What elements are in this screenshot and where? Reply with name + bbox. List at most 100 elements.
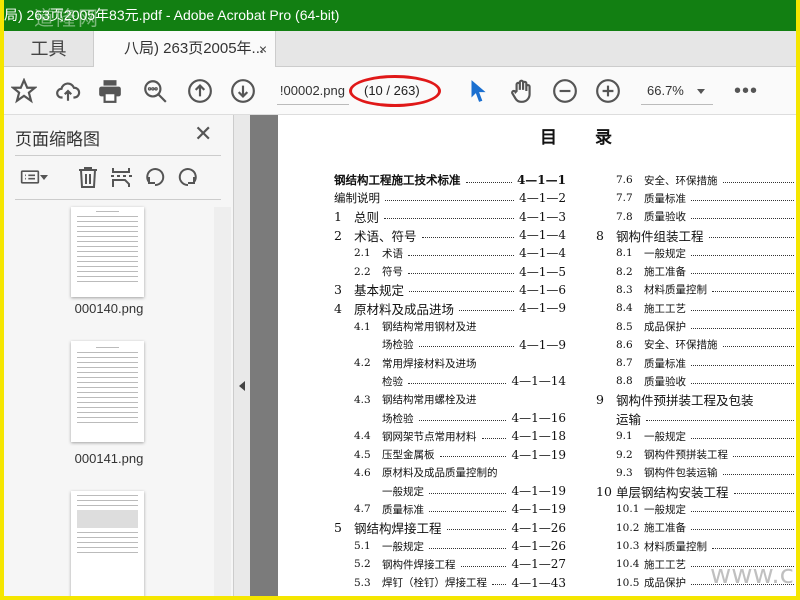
toc-entry[interactable]: 场检验 4—1—16 [334,409,566,427]
toc-entry[interactable]: 8.2施工准备4—1 [596,262,796,280]
site-watermark: www.cndao.com [710,560,796,590]
toc-entry[interactable]: 场检验 4—1—9 [334,336,566,354]
dot-leader [733,492,794,494]
toc-entry[interactable]: 10.1一般规定4—1 [596,500,796,518]
toc-entry-title: 基本规定 [354,283,405,299]
dot-leader [459,309,515,311]
select-cursor-icon[interactable] [464,77,492,105]
delete-page-icon[interactable] [74,163,102,191]
tab-tools[interactable]: 工具 [4,31,93,67]
rotate-counterclockwise-icon[interactable] [141,163,169,191]
toc-entry[interactable]: 8.1一般规定4—1 [596,244,796,262]
page-thumbnail[interactable] [71,491,144,596]
toc-entry[interactable]: 8.4施工工艺4—1 [596,299,796,317]
toc-entry-title: 钢网架节点常用材料 [382,430,477,443]
toc-entry[interactable]: 5.2 钢构件焊接工程 4—1—27 [334,555,566,573]
dot-leader [691,364,794,366]
toc-entry[interactable]: 8.6安全、环保措施4—1 [596,336,796,354]
toc-entry[interactable]: 10.3材料质量控制4—1 [596,537,796,555]
zoom-level-select[interactable]: 66.7% [641,77,713,105]
hand-tool-icon[interactable] [508,77,536,105]
toc-entry-title: 施工工艺 [644,302,686,315]
cloud-upload-icon[interactable] [54,77,82,105]
toc-entry[interactable]: 5 钢结构焊接工程 4—1—26 [334,519,566,537]
page-number-input[interactable]: !00002.png [277,77,349,105]
toc-entry-title: 焊钉（栓钉）焊接工程 [382,577,487,590]
toc-entry[interactable]: 4.7 质量标准 4—1—19 [334,500,566,518]
bookmark-star-icon[interactable] [10,77,38,105]
toc-entry[interactable]: 4.3 钢结构常用螺栓及进 [334,391,566,409]
toc-entry[interactable]: 运输4—1 [596,409,796,427]
zoom-in-icon[interactable] [594,77,622,105]
toc-entry[interactable]: 8.7质量标准4—1 [596,354,796,372]
page-thumbnail[interactable] [71,341,144,442]
toc-entry-page: 4—1—14 [511,374,566,389]
toc-entry[interactable]: 7.7质量标准4—1 [596,189,796,207]
toc-entry-title: 质量标准 [644,192,686,205]
previous-page-icon[interactable] [186,77,214,105]
tab-document[interactable]: 八局) 263页2005年... × [93,31,276,68]
page-thumbnail[interactable] [71,207,144,297]
collapse-arrow-icon[interactable] [239,381,245,391]
toc-entry-number: 7.8 [616,210,633,223]
dot-leader [465,181,512,183]
toc-entry-title: 钢构件组装工程 [616,228,704,244]
toc-entry-number: 8.2 [616,265,633,278]
toc-entry[interactable]: 9.2钢构件预拼装工程4—1 [596,445,796,463]
toc-entry[interactable]: 钢结构工程施工技术标准 4—1—1 [334,171,566,189]
toc-entry[interactable]: 检验 4—1—14 [334,372,566,390]
toc-entry[interactable]: 2 术语、符号 4—1—4 [334,226,566,244]
toc-entry[interactable]: 4.5 压型金属板 4—1—19 [334,445,566,463]
toc-entry[interactable]: 8.3材料质量控制4—1 [596,281,796,299]
toc-entry[interactable]: 3 基本规定 4—1—6 [334,281,566,299]
toc-entry[interactable]: 4.2 常用焊接材料及进场 [334,354,566,372]
toc-entry[interactable]: 4.6 原材料及成品质量控制的 [334,464,566,482]
toc-entry-page: 4—1—2 [519,191,566,206]
toc-entry[interactable]: 9 钢构件预拼装工程及包装 [596,391,796,409]
zoom-out-icon[interactable] [551,77,579,105]
toc-entry-page: 4—1—16 [511,411,566,425]
toc-entry-title: 一般规定 [382,485,424,498]
close-tab-icon[interactable]: × [259,31,267,67]
toc-entry[interactable]: 5.3 焊钉（栓钉）焊接工程 4—1—43 [334,574,566,592]
dot-leader [712,547,794,549]
more-options-icon[interactable]: ••• [732,77,760,105]
toc-entry-title: 一般规定 [644,430,686,443]
extract-page-icon[interactable] [107,163,135,191]
panel-splitter[interactable] [233,115,250,596]
toc-entry[interactable]: 10.2施工准备4—1 [596,519,796,537]
thumbnail-options-icon[interactable] [16,163,52,191]
toc-entry[interactable]: 8.8质量验收4—1 [596,372,796,390]
toc-entry-number: 1 [334,209,342,225]
toc-entry[interactable]: 9.1一般规定4—1 [596,427,796,445]
toc-entry-number: 2.2 [354,265,371,278]
rotate-clockwise-icon[interactable] [174,163,202,191]
toc-entry[interactable]: 8钢构件组装工程4—1 [596,226,796,244]
dot-leader [384,218,515,220]
toc-entry[interactable]: 9.3钢构件包装运输4—1 [596,464,796,482]
toc-entry[interactable]: 10单层钢结构安装工程4—1 [596,482,796,500]
toc-entry[interactable]: 4 原材料及成品进场 4—1—9 [334,299,566,317]
toc-entry[interactable]: 一般规定 4—1—19 [334,482,566,500]
toc-entry[interactable]: 2.1 术语 4—1—4 [334,244,566,262]
toc-entry[interactable]: 4.1 钢结构常用钢材及进 [334,317,566,335]
toc-entry[interactable]: 2.2 符号 4—1—5 [334,262,566,280]
toc-entry-title: 钢构件预拼装工程及包装 [616,393,754,409]
toc-entry-page: 4—1—19 [511,502,566,517]
toc-entry[interactable]: 4.4 钢网架节点常用材料 4—1—18 [334,427,566,445]
toc-entry[interactable]: 1 总则 4—1—3 [334,208,566,226]
toc-entry-number: 9.2 [616,448,633,461]
toc-entry[interactable]: 7.8质量验收4—1 [596,208,796,226]
dot-leader [691,218,794,220]
toc-entry[interactable]: 8.5成品保护4—1 [596,317,796,335]
panel-title: 页面缩略图 [15,130,100,149]
toc-entry[interactable]: 5.1 一般规定 4—1—26 [334,537,566,555]
print-icon[interactable] [96,77,124,105]
dot-leader [691,199,794,201]
toc-entry[interactable]: 编制说明 4—1—2 [334,189,566,207]
next-page-icon[interactable] [229,77,257,105]
toc-entry[interactable]: 7.6安全、环保措施4—1 [596,171,796,189]
panel-scrollbar[interactable] [214,207,231,596]
close-panel-icon[interactable]: ✕ [194,121,212,147]
search-icon[interactable] [141,77,169,105]
